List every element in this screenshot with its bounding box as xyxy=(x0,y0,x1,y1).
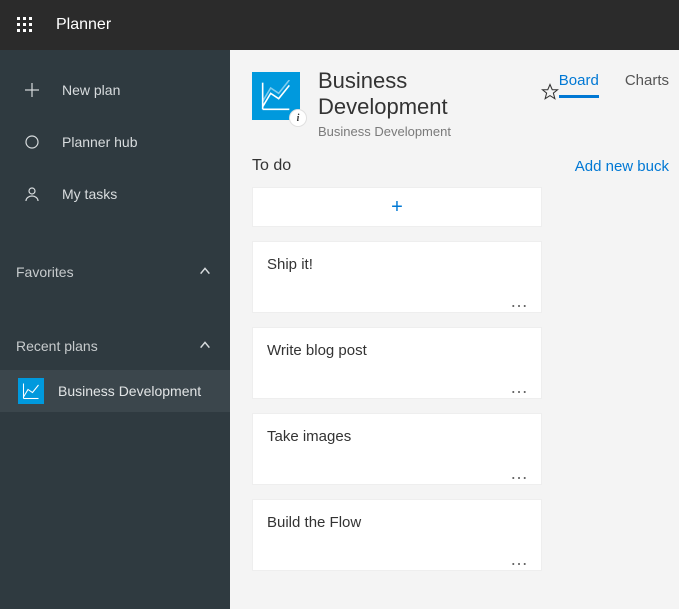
recent-plan-label: Business Development xyxy=(58,383,201,399)
task-card[interactable]: Ship it! … xyxy=(252,241,542,313)
plan-title: Business Development xyxy=(318,68,533,120)
view-tabs: Board Charts xyxy=(559,72,679,98)
suite-header: Planner xyxy=(0,0,679,50)
add-task-button[interactable]: + xyxy=(252,187,542,227)
planner-hub-label: Planner hub xyxy=(62,134,138,150)
plan-header: i Business Development Business Developm… xyxy=(230,50,679,157)
new-plan-label: New plan xyxy=(62,82,120,98)
task-title: Take images xyxy=(267,428,527,445)
info-badge-icon[interactable]: i xyxy=(290,110,306,126)
plan-subtitle: Business Development xyxy=(318,124,559,139)
plus-icon: + xyxy=(391,196,403,219)
chevron-up-icon xyxy=(198,338,212,355)
new-plan-button[interactable]: New plan xyxy=(0,64,230,116)
board-area: To do Add new buck + Ship it! … Write bl… xyxy=(230,157,679,609)
task-title: Write blog post xyxy=(267,342,527,359)
task-menu-icon[interactable]: … xyxy=(510,384,529,390)
task-menu-icon[interactable]: … xyxy=(510,556,529,562)
circle-icon xyxy=(24,134,48,150)
task-card[interactable]: Build the Flow … xyxy=(252,499,542,571)
main-area: i Business Development Business Developm… xyxy=(230,50,679,609)
favorites-label: Favorites xyxy=(16,264,74,280)
tab-board[interactable]: Board xyxy=(559,72,599,98)
bucket-column: + Ship it! … Write blog post … Take imag… xyxy=(252,187,542,571)
bucket-title: To do xyxy=(252,157,291,175)
add-bucket-button[interactable]: Add new buck xyxy=(575,158,669,175)
task-menu-icon[interactable]: … xyxy=(510,298,529,304)
recent-plan-item[interactable]: Business Development xyxy=(0,370,230,412)
app-launcher-icon[interactable] xyxy=(0,0,50,50)
task-card[interactable]: Take images … xyxy=(252,413,542,485)
favorite-star-icon[interactable] xyxy=(541,83,559,106)
recent-plans-label: Recent plans xyxy=(16,338,98,354)
recent-plans-section-header[interactable]: Recent plans xyxy=(0,322,230,370)
task-menu-icon[interactable]: … xyxy=(510,470,529,476)
plus-icon xyxy=(24,82,48,98)
my-tasks-button[interactable]: My tasks xyxy=(0,168,230,220)
task-title: Ship it! xyxy=(267,256,527,273)
my-tasks-label: My tasks xyxy=(62,186,117,202)
sidebar: New plan Planner hub xyxy=(0,50,230,609)
tab-charts[interactable]: Charts xyxy=(625,72,669,98)
app-title: Planner xyxy=(56,16,111,34)
chevron-up-icon xyxy=(198,264,212,281)
task-card[interactable]: Write blog post … xyxy=(252,327,542,399)
task-title: Build the Flow xyxy=(267,514,527,531)
person-icon xyxy=(24,186,48,202)
plan-icon: i xyxy=(252,72,300,120)
planner-hub-button[interactable]: Planner hub xyxy=(0,116,230,168)
plan-tile-icon xyxy=(18,378,44,404)
favorites-section-header[interactable]: Favorites xyxy=(0,248,230,296)
